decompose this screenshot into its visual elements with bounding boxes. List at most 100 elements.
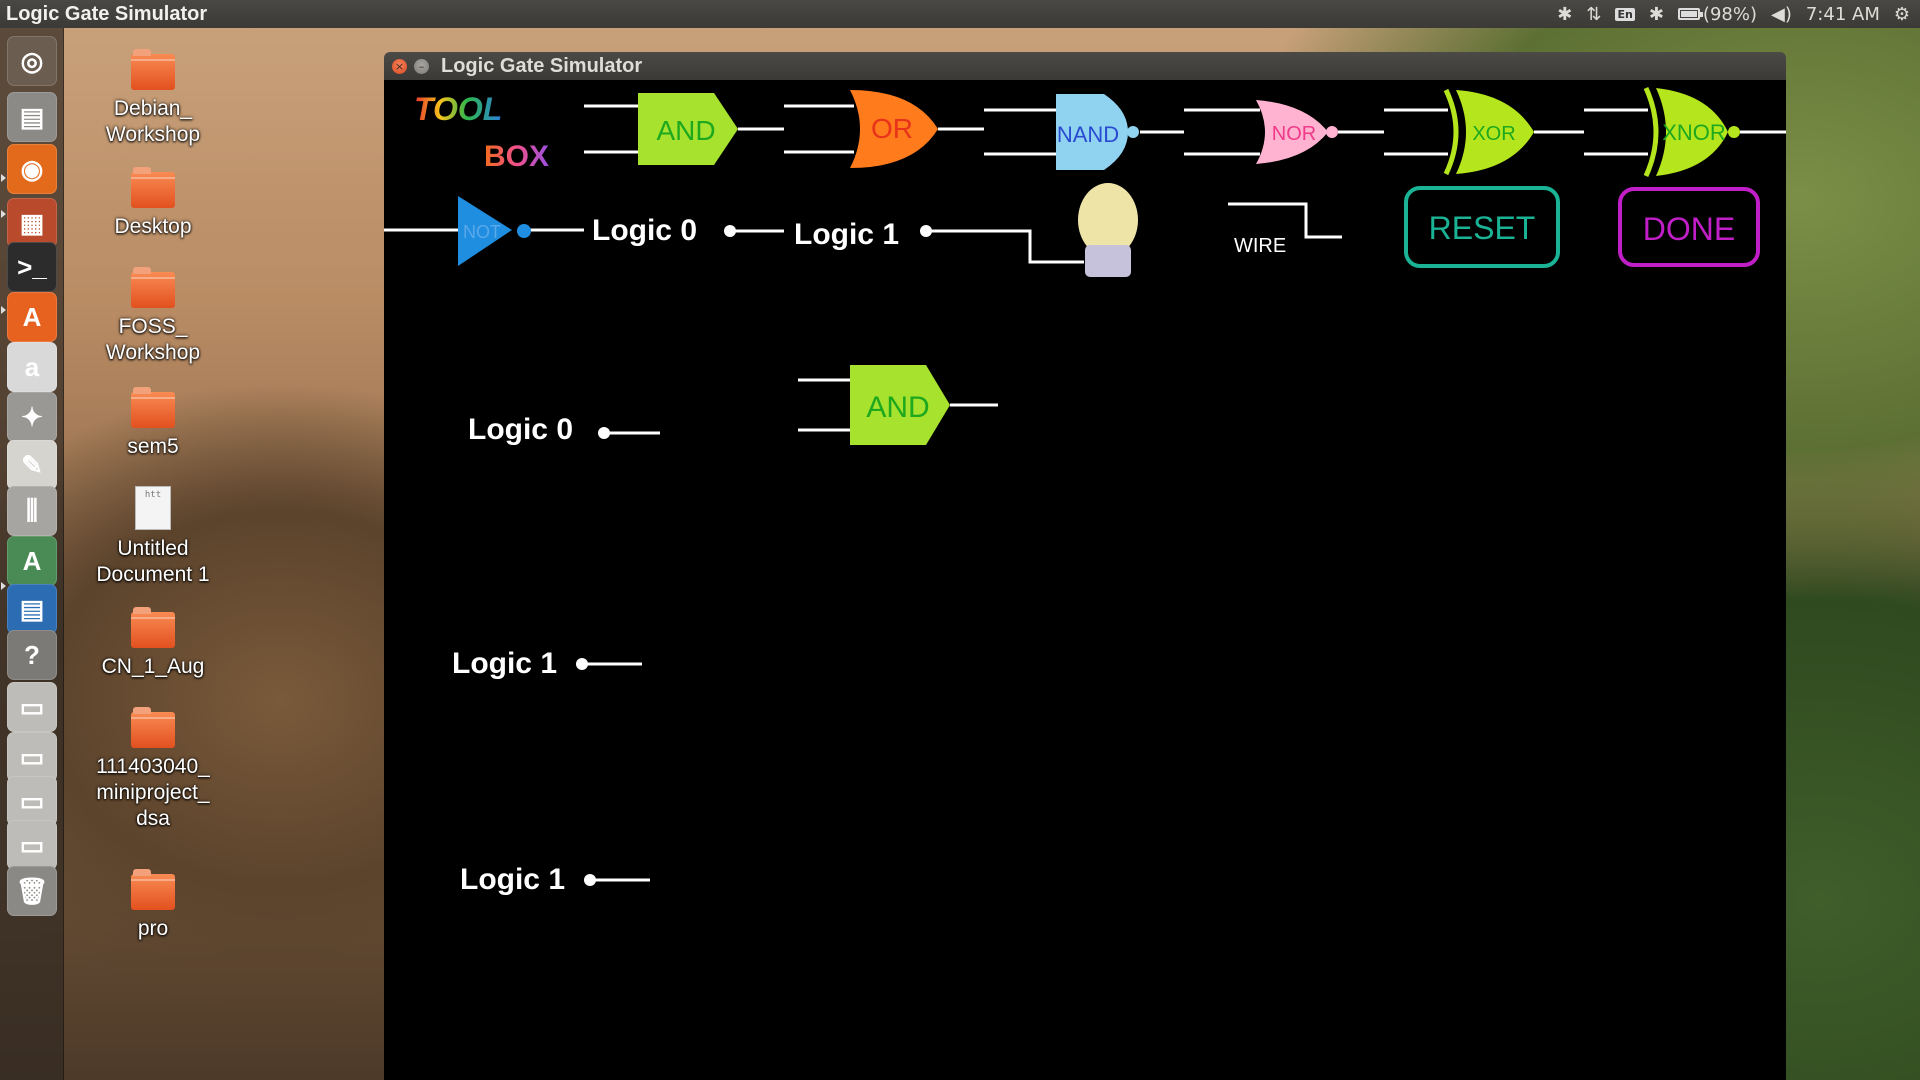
drive-icon[interactable]: ▭	[7, 776, 57, 826]
mixer-icon[interactable]: ⫼	[7, 486, 57, 536]
desktop-icon[interactable]: Debian_ Workshop	[88, 49, 218, 148]
folder-icon	[131, 869, 175, 910]
document-icon: htt	[135, 486, 171, 530]
battery-indicator[interactable]: (98%)	[1677, 3, 1757, 25]
reset-button[interactable]: RESET	[1404, 186, 1560, 268]
toolbox-logic1-label: Logic 1	[794, 218, 899, 251]
window-title: Logic Gate Simulator	[441, 54, 643, 77]
launcher: ◎ ▤ ◉ ▦ >_ Aa ✦ ✎ ⫼ A ▤? ▭ ▭ ▭ ▭ 🗑	[0, 28, 64, 1080]
toolbox-nand-gate[interactable]: NAND	[984, 94, 1184, 170]
desktop-icon-label: FOSS_ Workshop	[105, 315, 201, 364]
toolbox-logic0-source[interactable]: Logic 0	[592, 214, 784, 247]
folder-icon	[131, 387, 175, 428]
toolbox-xnor-gate[interactable]: XNOR	[1584, 86, 1786, 178]
help-icon[interactable]: ?	[7, 630, 57, 680]
clock[interactable]: 7:41 AM	[1806, 4, 1880, 25]
bluetooth-icon[interactable]: ✱	[1557, 4, 1572, 25]
workspace-input-2-label: Logic 1	[452, 647, 557, 680]
folder-icon	[131, 267, 175, 308]
bluetooth-icon[interactable]: ✱	[1649, 4, 1664, 25]
network-icon[interactable]: ⇅	[1586, 4, 1601, 25]
workspace-and-gate[interactable]: AND	[798, 365, 998, 445]
toolbox-not-gate[interactable]: NOT	[384, 196, 584, 266]
workspace-input-3-label: Logic 1	[460, 863, 565, 896]
text-editor-icon[interactable]: ✎	[7, 440, 57, 490]
toolbox-wire[interactable]: WIRE	[1228, 202, 1342, 257]
toolbox-logic1-source[interactable]: Logic 1	[794, 218, 984, 251]
running-indicator	[1, 306, 6, 314]
toolbox-wire-label: WIRE	[1234, 235, 1286, 257]
battery-icon	[1677, 8, 1703, 20]
done-button[interactable]: DONE	[1618, 187, 1760, 267]
toolbox-not-label: NOT	[463, 222, 501, 242]
desktop-icon-label: pro	[137, 917, 169, 940]
drive-icon[interactable]: ▭	[7, 820, 57, 870]
toolbox-xor-label: XOR	[1472, 123, 1515, 145]
amazon-icon[interactable]: a	[7, 342, 57, 392]
toolbox-title-box: BOX	[484, 140, 549, 173]
toolbox-or-gate[interactable]: OR	[784, 90, 984, 168]
toolbox-and-gate[interactable]: AND	[584, 93, 784, 165]
desktop-icon-label: 111403040_ miniproject_ dsa	[96, 755, 210, 830]
impress-icon[interactable]: ▦	[7, 198, 57, 248]
software-updater-icon[interactable]: A	[7, 536, 57, 586]
desktop-icon[interactable]: FOSS_ Workshop	[88, 267, 218, 366]
top-panel: Logic Gate Simulator ✱ ⇅ En ✱ (98%) ◀) 7…	[0, 0, 1920, 28]
workspace-input-1-label: Logic 0	[468, 413, 573, 446]
folder-icon	[131, 167, 175, 208]
desktop-icon[interactable]: CN_1_Aug	[88, 607, 218, 680]
indicator-area: ✱ ⇅ En ✱ (98%) ◀) 7:41 AM ⚙	[1557, 4, 1920, 25]
running-indicator	[1, 174, 6, 182]
desktop-icon[interactable]: Desktop	[88, 167, 218, 240]
toolbox-xor-gate[interactable]: XOR	[1384, 88, 1584, 176]
keyboard-layout-indicator[interactable]: En	[1615, 7, 1635, 21]
running-indicator	[1, 582, 6, 590]
toolbox-logic0-label: Logic 0	[592, 214, 697, 247]
toolbox-or-label: OR	[871, 113, 913, 144]
close-button[interactable]: ×	[392, 58, 407, 74]
volume-icon[interactable]: ◀)	[1771, 4, 1792, 25]
toolbox-nor-gate[interactable]: NOR	[1184, 100, 1384, 164]
simulator-drawing: TOOL BOX AND OR NAND NOR XOR XNOR NOT Lo…	[384, 86, 1786, 896]
folder-icon	[131, 707, 175, 748]
drive-icon[interactable]: ▭	[7, 732, 57, 782]
app-title: Logic Gate Simulator	[6, 2, 208, 25]
minimize-button[interactable]: –	[414, 58, 429, 74]
logic-gate-simulator-window: × – Logic Gate Simulator TOOL BOX AND OR…	[384, 52, 1786, 1080]
toolbox-nand-label: NAND	[1057, 122, 1119, 147]
terminal-icon[interactable]: >_	[7, 242, 57, 292]
toolbox-xnor-label: XNOR	[1662, 120, 1726, 145]
folder-icon	[131, 49, 175, 90]
workspace-and-label: AND	[866, 391, 929, 424]
battery-percent: (98%)	[1702, 3, 1757, 25]
system-settings-icon[interactable]: ✦	[7, 392, 57, 442]
simulator-canvas[interactable]: TOOL BOX AND OR NAND NOR XOR XNOR NOT Lo…	[384, 80, 1786, 1080]
desktop-icon[interactable]: sem5	[88, 387, 218, 460]
gear-icon[interactable]: ⚙	[1894, 4, 1910, 25]
battery-fill	[1680, 11, 1697, 17]
desktop-icon-label: CN_1_Aug	[101, 655, 205, 678]
window-titlebar[interactable]: × – Logic Gate Simulator	[384, 52, 1786, 80]
workspace-input-1[interactable]: Logic 0	[468, 413, 660, 446]
desktop-icon-label: Debian_ Workshop	[105, 97, 201, 146]
desktop-icon-label: sem5	[127, 435, 179, 458]
done-button-label: DONE	[1643, 211, 1735, 247]
files-icon[interactable]: ▤	[7, 92, 57, 142]
workspace-input-3[interactable]: Logic 1	[460, 863, 650, 896]
desktop-icon-label: Untitled Document 1	[96, 537, 210, 586]
toolbox-and-label: AND	[656, 115, 715, 146]
reset-button-label: RESET	[1429, 210, 1536, 246]
desktop-icon[interactable]: 111403040_ miniproject_ dsa	[88, 707, 218, 832]
workspace-input-2[interactable]: Logic 1	[452, 647, 642, 680]
drive-icon[interactable]: ▭	[7, 682, 57, 732]
running-indicator	[1, 210, 6, 218]
firefox-icon[interactable]: ◉	[7, 144, 57, 194]
trash-icon[interactable]: 🗑	[7, 866, 57, 916]
dash-icon[interactable]: ◎	[7, 36, 57, 86]
writer-icon[interactable]: ▤	[7, 584, 57, 634]
software-center-icon[interactable]: A	[7, 292, 57, 342]
toolbox-bulb-output[interactable]	[984, 183, 1138, 277]
toolbox-nor-label: NOR	[1272, 123, 1316, 145]
desktop-icon[interactable]: htt Untitled Document 1	[88, 486, 218, 588]
desktop-icon[interactable]: pro	[88, 869, 218, 942]
